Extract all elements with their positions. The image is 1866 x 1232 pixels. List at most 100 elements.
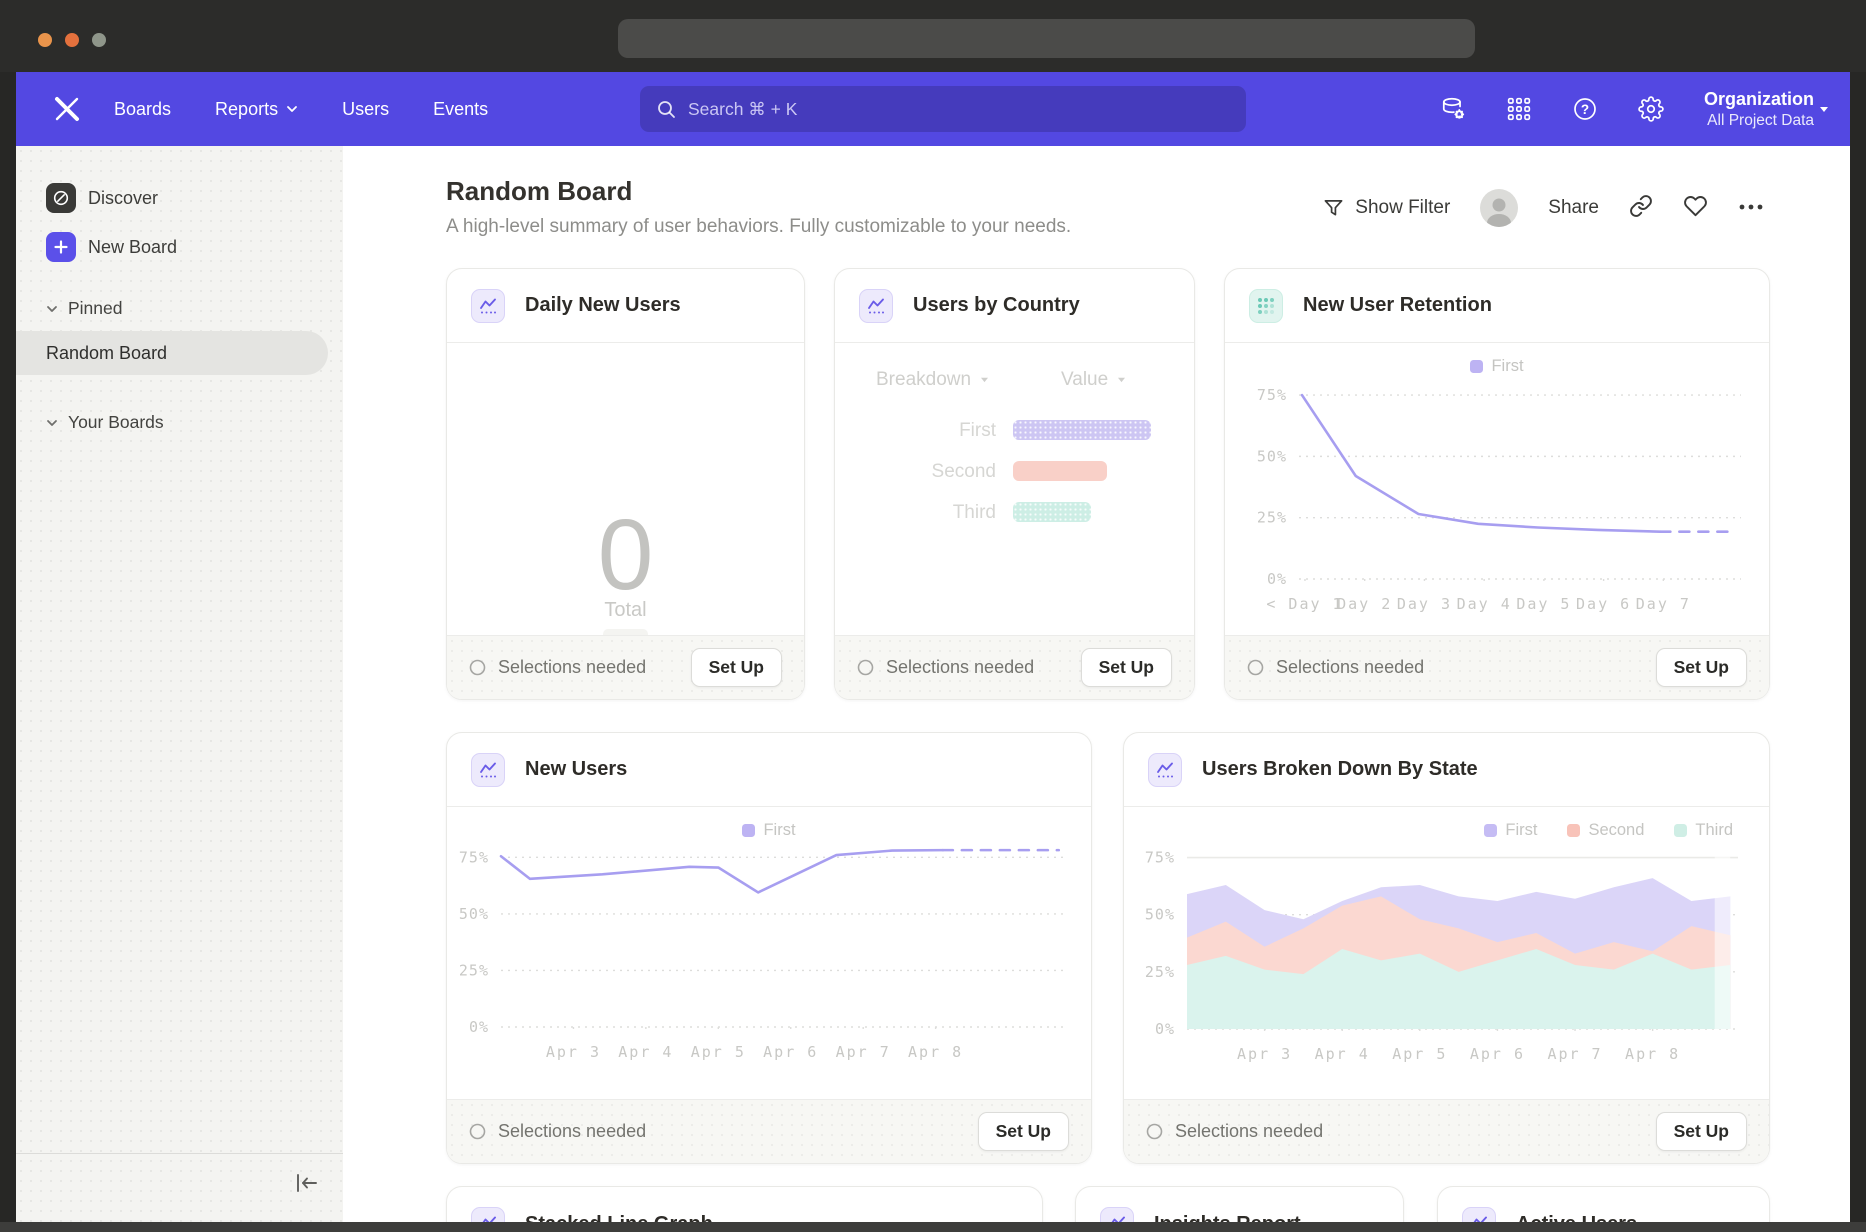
svg-text:Apr 7: Apr 7: [1547, 1045, 1602, 1063]
sidebar-item-new-board[interactable]: New Board: [46, 232, 177, 262]
status-circle-icon: [1146, 1123, 1163, 1140]
card-header: Users by Country: [835, 269, 1194, 343]
settings-gear-icon[interactable]: [1638, 96, 1664, 122]
card-new-user-retention: New User Retention First 0%25%50%75%< Da…: [1224, 268, 1770, 700]
value-dropdown[interactable]: Value: [1061, 369, 1127, 391]
setup-button[interactable]: Set Up: [1656, 1112, 1747, 1151]
sidebar-divider: [16, 1153, 343, 1154]
sidebar-section-pinned[interactable]: Pinned: [46, 298, 123, 319]
show-filter-button[interactable]: Show Filter: [1323, 197, 1450, 219]
setup-button[interactable]: Set Up: [1656, 648, 1747, 687]
window-controls: [38, 33, 106, 47]
value-label: Value: [1061, 369, 1108, 391]
svg-text:75%: 75%: [459, 848, 489, 866]
board-main: Random Board A high-level summary of use…: [343, 146, 1850, 1222]
sidebar-item-random-board[interactable]: Random Board: [16, 331, 328, 375]
nav-item-label: Reports: [215, 99, 278, 120]
bar-label: Third: [866, 502, 996, 524]
more-options-icon[interactable]: [1738, 199, 1764, 217]
data-management-icon[interactable]: [1440, 96, 1466, 122]
help-icon[interactable]: ?: [1572, 96, 1598, 122]
svg-text:Day 6: Day 6: [1576, 595, 1631, 613]
zoom-window-button[interactable]: [92, 33, 106, 47]
minimize-window-button[interactable]: [65, 33, 79, 47]
bar-third: [1013, 502, 1091, 522]
status-text: Selections needed: [1146, 1121, 1323, 1142]
chevron-down-icon: [46, 305, 58, 313]
card-insights-report: Insights Report: [1075, 1186, 1404, 1222]
line-chart-icon: [1100, 1207, 1134, 1222]
card-header: Active Users: [1438, 1187, 1769, 1222]
stacked-area-chart: 0%25%50%75%Apr 3Apr 4Apr 5Apr 6Apr 7Apr …: [1124, 809, 1768, 1103]
retention-chart: 0%25%50%75%< Day 1Day 2Day 3Day 4Day 5Da…: [1225, 345, 1767, 639]
card-footer: Selections needed Set Up: [835, 635, 1194, 699]
status-circle-icon: [857, 659, 874, 676]
chevron-down-icon: [1116, 376, 1127, 383]
nav-item-events[interactable]: Events: [433, 99, 488, 120]
plus-icon: [46, 232, 76, 262]
line-chart-icon: [471, 1207, 505, 1222]
show-filter-label: Show Filter: [1355, 197, 1450, 219]
setup-button[interactable]: Set Up: [691, 648, 782, 687]
status-circle-icon: [469, 659, 486, 676]
filter-icon: [1323, 198, 1344, 218]
card-active-users: Active Users: [1437, 1186, 1770, 1222]
card-users-by-country: Users by Country Breakdown Value First S…: [834, 268, 1195, 700]
svg-text:75%: 75%: [1257, 386, 1287, 404]
card-users-by-state: Users Broken Down By State FirstSecondTh…: [1123, 732, 1770, 1164]
card-body: FirstSecondThird 0%25%50%75%Apr 3Apr 4Ap…: [1124, 809, 1769, 1100]
nav-item-boards[interactable]: Boards: [114, 99, 171, 120]
close-window-button[interactable]: [38, 33, 52, 47]
card-title: Daily New Users: [525, 294, 681, 317]
bar-label: First: [866, 420, 996, 442]
apps-grid-icon[interactable]: [1506, 96, 1532, 122]
card-footer: Selections needed Set Up: [447, 1099, 1091, 1163]
search-input[interactable]: Search ⌘ + K: [640, 86, 1246, 132]
org-scope: All Project Data: [1704, 111, 1814, 130]
setup-button[interactable]: Set Up: [1081, 648, 1172, 687]
share-button[interactable]: Share: [1548, 197, 1599, 219]
svg-text:Apr 3: Apr 3: [546, 1043, 601, 1061]
svg-text:Day 5: Day 5: [1516, 595, 1571, 613]
sidebar-item-label: Discover: [88, 188, 158, 209]
bar-label: Second: [866, 461, 996, 483]
avatar[interactable]: [1480, 189, 1518, 227]
nav-item-reports[interactable]: Reports: [215, 99, 298, 120]
sidebar-section-your-boards[interactable]: Your Boards: [46, 412, 164, 433]
card-footer: Selections needed Set Up: [1124, 1099, 1769, 1163]
breakdown-dropdown[interactable]: Breakdown: [876, 369, 990, 391]
card-body: Breakdown Value First Second Third: [835, 345, 1194, 636]
card-title: Users by Country: [913, 294, 1080, 317]
url-bar[interactable]: [618, 19, 1475, 58]
chevron-down-icon: [46, 419, 58, 427]
mixpanel-logo-icon[interactable]: [52, 94, 82, 124]
compass-icon: [46, 183, 76, 213]
chevron-down-icon: [979, 376, 990, 383]
status-circle-icon: [469, 1123, 486, 1140]
org-switcher[interactable]: Organization All Project Data: [1704, 88, 1836, 130]
setup-button[interactable]: Set Up: [978, 1112, 1069, 1151]
board-subtitle: A high-level summary of user behaviors. …: [446, 216, 1071, 238]
collapse-sidebar-icon[interactable]: [294, 1172, 322, 1196]
svg-text:Apr 6: Apr 6: [1470, 1045, 1525, 1063]
chevron-down-icon: [286, 105, 298, 113]
card-footer: Selections needed Set Up: [447, 635, 804, 699]
svg-text:Day 4: Day 4: [1457, 595, 1512, 613]
sidebar-item-label: Random Board: [46, 343, 167, 364]
status-text: Selections needed: [857, 657, 1034, 678]
sidebar-item-discover[interactable]: Discover: [46, 183, 158, 213]
copy-link-icon[interactable]: [1629, 194, 1653, 223]
favorite-heart-icon[interactable]: [1683, 194, 1708, 223]
nav-menu: Boards Reports Users Events: [114, 99, 488, 120]
retention-grid-icon: [1249, 289, 1283, 323]
svg-text:25%: 25%: [1257, 508, 1287, 526]
svg-text:50%: 50%: [1145, 905, 1175, 923]
nav-item-users[interactable]: Users: [342, 99, 389, 120]
svg-text:Apr 8: Apr 8: [1625, 1045, 1680, 1063]
titlebar: [0, 0, 1866, 72]
card-title: Active Users: [1516, 1213, 1637, 1223]
card-body: 0 Total ↑0%: [447, 345, 804, 636]
card-header: Users Broken Down By State: [1124, 733, 1769, 807]
svg-text:Apr 5: Apr 5: [1392, 1045, 1447, 1063]
svg-text:Day 2: Day 2: [1337, 595, 1392, 613]
